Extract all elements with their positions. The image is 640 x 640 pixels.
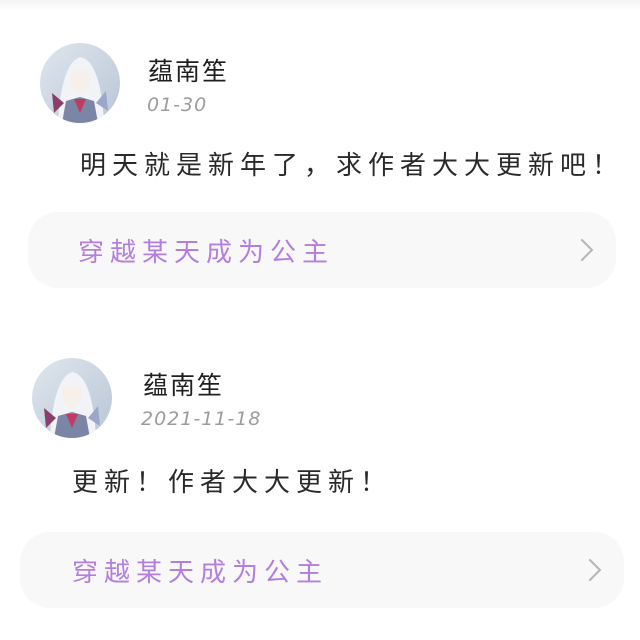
comment-date: 2021-11-18 <box>141 408 262 430</box>
top-edge <box>0 0 640 10</box>
avatar[interactable] <box>40 43 120 123</box>
comment-text: 明天就是新年了，求作者大大更新吧！ <box>80 151 625 181</box>
avatar-image <box>40 43 120 123</box>
username[interactable]: 蕴南笙 <box>143 366 224 402</box>
comment-text: 更新！作者大大更新！ <box>72 468 393 498</box>
username[interactable]: 蕴南笙 <box>148 52 229 88</box>
book-title: 穿越某天成为公主 <box>78 237 335 268</box>
avatar-image <box>32 358 112 438</box>
avatar[interactable] <box>32 358 112 438</box>
book-link-card[interactable]: 穿越某天成为公主 <box>20 532 624 608</box>
chevron-right-icon <box>570 238 594 262</box>
comment-date: 01-30 <box>147 94 208 116</box>
book-link-card[interactable]: 穿越某天成为公主 <box>28 212 616 288</box>
chevron-right-icon <box>578 558 602 582</box>
book-title: 穿越某天成为公主 <box>72 557 329 588</box>
